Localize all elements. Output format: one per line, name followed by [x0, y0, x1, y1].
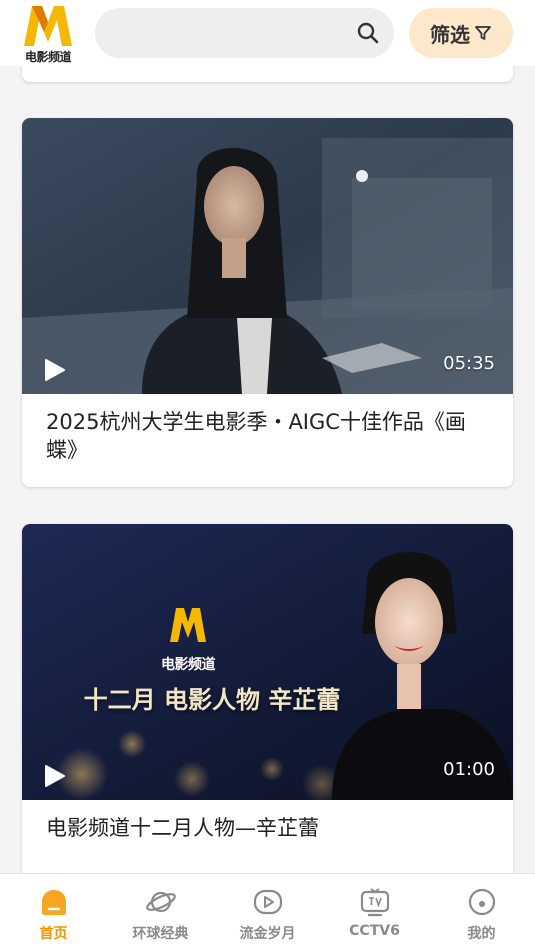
search-input[interactable]: [95, 8, 394, 58]
video-thumbnail[interactable]: 05:35: [22, 118, 513, 394]
tab-label: 我的: [467, 926, 496, 942]
movie-channel-logo[interactable]: 电影频道: [22, 4, 74, 64]
video-duration: 01:00: [443, 759, 495, 780]
video-duration: 05:35: [443, 353, 495, 374]
bottom-tab-bar: 首页 环球经典 流金岁月 CCTV6 我的: [0, 873, 535, 952]
tab-label: 环球经典: [132, 926, 189, 942]
planet-icon: [145, 891, 176, 913]
video-thumbnail-image: [22, 118, 513, 394]
search-icon[interactable]: [356, 21, 380, 45]
play-icon[interactable]: [44, 764, 66, 788]
tab-profile[interactable]: 我的: [428, 874, 535, 952]
app-header: 电影频道 筛选: [0, 0, 535, 66]
thumbnail-logo-text: 电影频道: [161, 657, 216, 673]
tab-global-classics[interactable]: 环球经典: [107, 874, 214, 952]
video-title[interactable]: 电影频道十二月人物—辛芷蕾: [22, 800, 513, 842]
tab-label: CCTV6: [349, 923, 400, 939]
tab-golden-years[interactable]: 流金岁月: [214, 874, 321, 952]
filter-label: 筛选: [430, 22, 470, 47]
video-title[interactable]: 2025杭州大学生电影季・AIGC十佳作品《画蝶》: [22, 394, 513, 464]
profile-icon: [468, 888, 495, 916]
video-thumbnail-image: [22, 524, 513, 800]
home-icon: [41, 890, 66, 915]
thumbnail-caption: 十二月 电影人物 辛芷蕾: [83, 685, 341, 714]
video-thumbnail[interactable]: 电影频道 十二月 电影人物 辛芷蕾 01:00: [22, 524, 513, 800]
play-circle-icon: [253, 889, 282, 915]
play-icon[interactable]: [44, 358, 66, 382]
video-card[interactable]: 05:35 2025杭州大学生电影季・AIGC十佳作品《画蝶》: [22, 118, 513, 487]
tab-label: 流金岁月: [239, 926, 296, 942]
filter-button[interactable]: 筛选: [409, 8, 513, 58]
tv-icon: [360, 888, 389, 917]
logo-m-icon: [24, 6, 72, 46]
tab-cctv6[interactable]: CCTV6: [321, 874, 428, 952]
logo-text: 电影频道: [24, 50, 72, 64]
tab-label: 首页: [39, 926, 68, 942]
video-card[interactable]: 电影频道 十二月 电影人物 辛芷蕾 01:00 电影频道十二月人物—辛芷蕾: [22, 524, 513, 904]
filter-funnel-icon: [475, 26, 491, 40]
tab-home[interactable]: 首页: [0, 874, 107, 952]
